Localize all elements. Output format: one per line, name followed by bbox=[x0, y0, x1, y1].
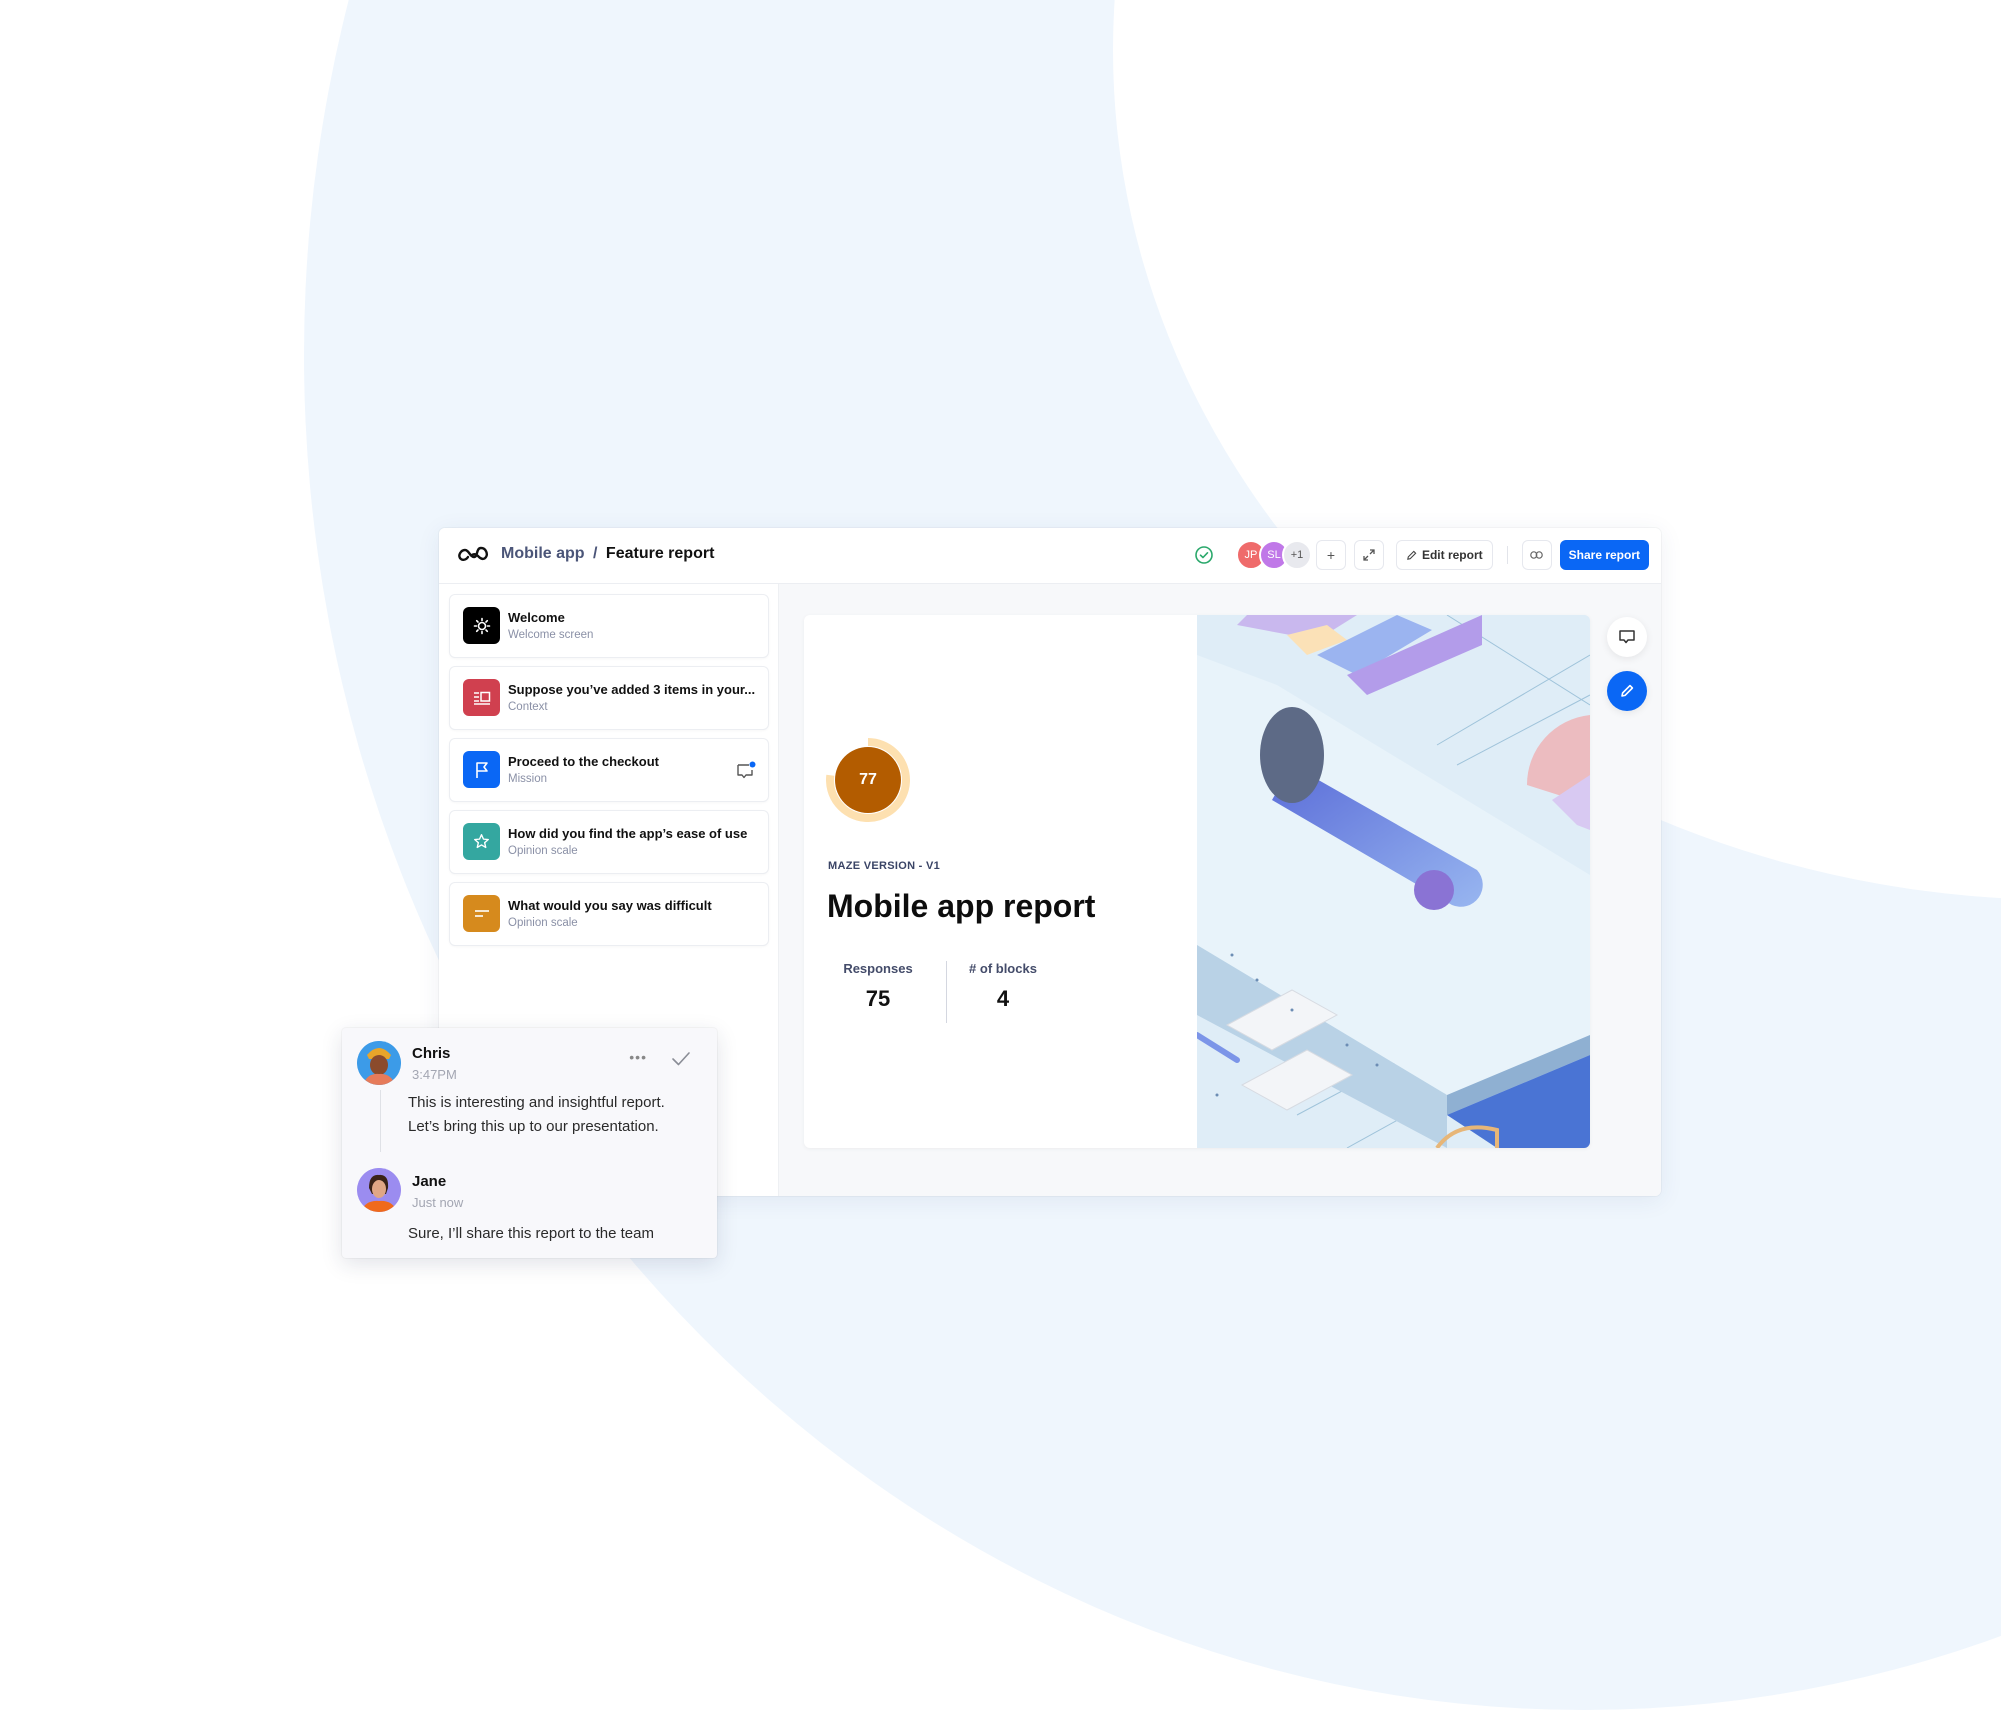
block-item-context[interactable]: Suppose you’ve added 3 items in your... … bbox=[449, 666, 769, 730]
block-title: Suppose you’ve added 3 items in your... bbox=[508, 682, 756, 697]
stat-divider bbox=[946, 961, 947, 1023]
block-item-mission[interactable]: Proceed to the checkout Mission bbox=[449, 738, 769, 802]
block-item-welcome[interactable]: Welcome Welcome screen bbox=[449, 594, 769, 658]
resolve-check-icon[interactable] bbox=[671, 1050, 691, 1068]
plus-icon: + bbox=[1326, 547, 1336, 563]
edit-report-button[interactable]: Edit report bbox=[1395, 540, 1493, 570]
comment-text: This is interesting and insightful repor… bbox=[408, 1091, 665, 1139]
add-collaborator-button[interactable]: + bbox=[1315, 540, 1346, 570]
avatar-chris[interactable] bbox=[357, 1041, 401, 1085]
top-bar: Mobile app / Feature report JP SL +1 + E… bbox=[439, 528, 1661, 584]
comment-thread: Chris 3:47PM ••• This is interesting and… bbox=[342, 1028, 717, 1258]
block-type: Welcome screen bbox=[508, 629, 594, 641]
floating-tools bbox=[1607, 617, 1647, 711]
comment-icon bbox=[1619, 630, 1635, 644]
sun-icon bbox=[463, 607, 500, 644]
expand-icon bbox=[1363, 549, 1375, 561]
block-type: Opinion scale bbox=[508, 845, 578, 857]
cover-illustration bbox=[1197, 615, 1590, 1148]
block-item-opinion-difficult[interactable]: What would you say was difficult Opinion… bbox=[449, 882, 769, 946]
stat-blocks: # of blocks 4 bbox=[953, 961, 1053, 1012]
breadcrumb-current: Feature report bbox=[605, 545, 715, 562]
block-title: Welcome bbox=[508, 610, 565, 625]
report-cover-card: 77 MAZE VERSION - V1 Mobile app report R… bbox=[804, 615, 1590, 1148]
score-value: 77 bbox=[859, 771, 877, 788]
maze-logo-icon[interactable] bbox=[457, 543, 489, 565]
text-icon bbox=[463, 895, 500, 932]
stat-label: Responses bbox=[843, 961, 913, 976]
breadcrumb: Mobile app / Feature report bbox=[501, 545, 714, 563]
check-circle-icon bbox=[1195, 546, 1213, 564]
more-options-icon[interactable]: ••• bbox=[629, 1049, 647, 1065]
thread-line bbox=[380, 1090, 381, 1152]
block-title: What would you say was difficult bbox=[508, 898, 712, 913]
comment-notification-icon[interactable] bbox=[736, 761, 756, 779]
edit-report-label: Edit report bbox=[1421, 548, 1483, 562]
stat-value: 75 bbox=[865, 986, 891, 1011]
divider bbox=[1506, 546, 1508, 564]
block-type: Opinion scale bbox=[508, 917, 578, 929]
more-collaborators[interactable]: +1 bbox=[1281, 540, 1312, 570]
share-report-button[interactable]: Share report bbox=[1559, 540, 1649, 570]
comment-line: This is interesting and insightful repor… bbox=[408, 1094, 665, 1111]
block-title: Proceed to the checkout bbox=[508, 754, 659, 769]
star-icon bbox=[463, 823, 500, 860]
comment-line: Let’s bring this up to our presentation. bbox=[408, 1118, 659, 1135]
version-label: MAZE VERSION - V1 bbox=[828, 860, 941, 872]
stat-value: 4 bbox=[996, 986, 1010, 1011]
edit-fab-button[interactable] bbox=[1607, 671, 1647, 711]
report-title: Mobile app report bbox=[827, 888, 1096, 924]
collaborator-avatars: JP SL +1 bbox=[1235, 540, 1312, 570]
flag-icon bbox=[463, 751, 500, 788]
comment-text: Sure, I’ll share this report to the team bbox=[408, 1222, 654, 1246]
comment-author: Chris bbox=[412, 1045, 451, 1062]
avatar-jane[interactable] bbox=[357, 1168, 401, 1212]
pencil-icon bbox=[1621, 684, 1634, 697]
comment-author: Jane bbox=[412, 1173, 447, 1190]
stat-responses: Responses 75 bbox=[828, 961, 928, 1012]
header-actions: JP SL +1 + Edit report Share report bbox=[1194, 540, 1649, 570]
context-icon bbox=[463, 679, 500, 716]
report-canvas: 77 MAZE VERSION - V1 Mobile app report R… bbox=[779, 584, 1661, 1196]
block-type: Context bbox=[508, 701, 548, 713]
block-title: How did you find the app’s ease of use bbox=[508, 826, 748, 841]
comments-button[interactable] bbox=[1607, 617, 1647, 657]
pencil-icon bbox=[1407, 550, 1417, 560]
block-type: Mission bbox=[508, 773, 547, 785]
comment-time: 3:47PM bbox=[412, 1067, 457, 1082]
copy-link-button[interactable] bbox=[1521, 540, 1552, 570]
block-item-opinion-ease[interactable]: How did you find the app’s ease of use O… bbox=[449, 810, 769, 874]
comment-time: Just now bbox=[412, 1195, 464, 1210]
score-gauge: 77 bbox=[826, 738, 910, 822]
stat-label: # of blocks bbox=[969, 961, 1037, 976]
breadcrumb-parent[interactable]: Mobile app bbox=[501, 545, 585, 562]
comment-line: Sure, I’ll share this report to the team bbox=[408, 1225, 654, 1242]
link-icon bbox=[1530, 551, 1543, 559]
breadcrumb-separator: / bbox=[593, 545, 598, 562]
expand-button[interactable] bbox=[1353, 540, 1384, 570]
